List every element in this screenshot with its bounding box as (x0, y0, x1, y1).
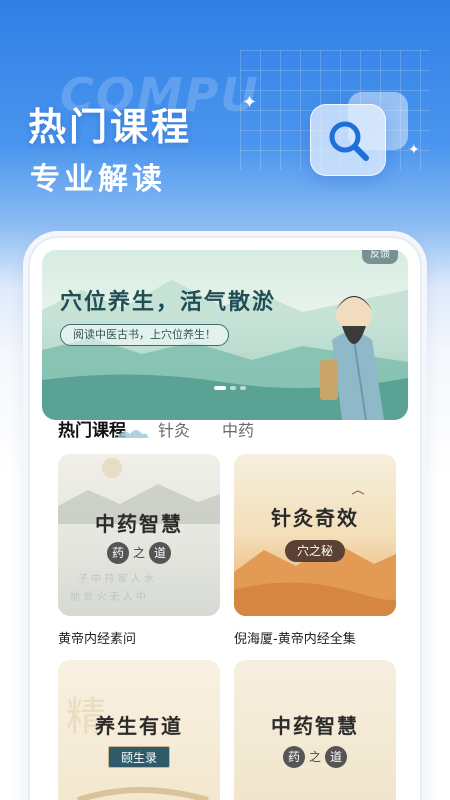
search-icon (329, 121, 369, 161)
course-thumbnail: 针灸奇效 穴之秘 (234, 454, 396, 616)
tab-herbal-medicine[interactable]: 中药 (222, 417, 254, 441)
hero-banner[interactable]: 反馈 穴位养生，活气散淤 阅读中医古书，上穴位养生！ (42, 250, 408, 420)
seal-char: 药 (106, 542, 129, 564)
promo-header: COMPU 热门课程 专业解读 ✦ ✦ (0, 0, 450, 240)
seal-char: 道 (149, 542, 171, 564)
seal-mid-char: 之 (308, 750, 321, 764)
sparkle-icon: ✦ (408, 142, 420, 158)
promo-title: 热门课程 (28, 105, 193, 149)
course-card[interactable]: 针灸奇效 穴之秘 倪海厦-黄帝内经全集 (234, 454, 396, 647)
course-card[interactable]: 中药智慧 药之道 (234, 660, 396, 800)
phone-mockup: 反馈 穴位养生，活气散淤 阅读中医古书，上穴位养生！ 热门课程 针灸 中药 子 … (28, 236, 422, 800)
course-thumbnail: 子 中 符 家 人 水 地 合 火 无 人 中 中药智慧 药之道 (58, 454, 220, 616)
seal-row: 药之道 (58, 542, 220, 564)
svg-text:子 中 符 家 人 水: 子 中 符 家 人 水 (78, 572, 154, 585)
seal-mid-char: 之 (132, 546, 145, 560)
cloud-decoration-icon (118, 430, 148, 438)
course-title: 黄帝内经素问 (58, 632, 137, 647)
seal-char: 药 (282, 746, 305, 768)
course-thumbnail: 中药智慧 药之道 (234, 660, 396, 800)
thumbnail-tag: 穴之秘 (284, 540, 346, 562)
svg-text:地 合 火 无 人 中: 地 合 火 无 人 中 (70, 590, 146, 603)
promo-subtitle: 专业解读 (30, 162, 166, 197)
sparkle-icon: ✦ (242, 92, 258, 113)
thumbnail-tag: 颐生录 (107, 746, 171, 768)
seal-row: 药之道 (234, 746, 396, 768)
course-tabs: 热门课程 针灸 中药 (58, 416, 254, 441)
thumbnail-title: 中药智慧 (95, 512, 183, 536)
course-thumbnail: 精 养生有道 颐生录 (58, 660, 220, 800)
carousel-indicator (214, 386, 246, 390)
course-title: 倪海厦-黄帝内经全集 (234, 632, 356, 647)
thumbnail-title: 中药智慧 (271, 714, 359, 738)
feedback-badge[interactable]: 反馈 (362, 250, 398, 264)
course-card[interactable]: 精 养生有道 颐生录 (58, 660, 220, 800)
seal-char: 道 (325, 746, 347, 768)
thumbnail-title: 养生有道 (95, 714, 183, 738)
banner-title: 穴位养生，活气散淤 (60, 289, 277, 315)
thumbnail-title: 针灸奇效 (271, 506, 359, 530)
search-illustration (310, 92, 410, 182)
mountain-illustration (234, 490, 396, 616)
tab-acupuncture[interactable]: 针灸 (158, 417, 190, 441)
banner-subtitle: 阅读中医古书，上穴位养生！ (60, 324, 229, 346)
course-card[interactable]: 子 中 符 家 人 水 地 合 火 无 人 中 中药智慧 药之道 黄帝内经素问 (58, 454, 220, 647)
tab-hot-courses[interactable]: 热门课程 (58, 416, 148, 441)
